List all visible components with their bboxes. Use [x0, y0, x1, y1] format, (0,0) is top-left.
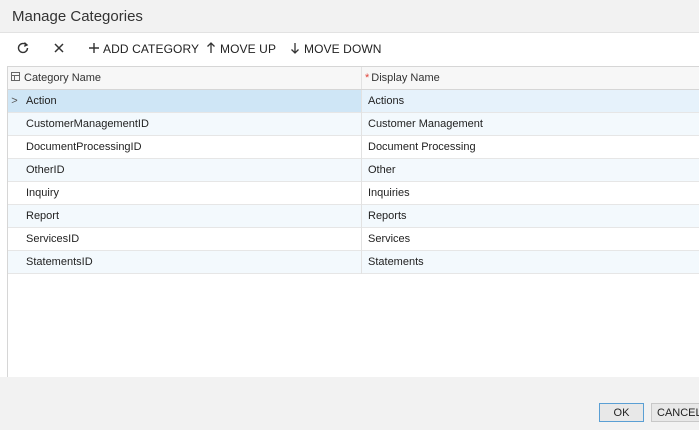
move-up-label: MOVE UP: [220, 42, 277, 56]
ok-button[interactable]: OK: [599, 403, 644, 422]
display-name-cell[interactable]: Reports: [361, 205, 699, 227]
required-marker: *: [365, 72, 370, 84]
table-row[interactable]: StatementsID Statements: [8, 251, 699, 274]
display-name-cell[interactable]: Statements: [361, 251, 699, 273]
grid-settings-icon: [10, 72, 20, 84]
category-name-header-label: Category Name: [24, 72, 102, 84]
move-up-button[interactable]: MOVE UP: [206, 33, 276, 65]
category-name-cell[interactable]: CustomerManagementID: [26, 113, 360, 135]
category-name-cell[interactable]: OtherID: [26, 159, 360, 181]
category-name-cell[interactable]: Inquiry: [26, 182, 360, 204]
arrow-down-icon: [290, 42, 300, 56]
display-name-cell[interactable]: Services: [361, 228, 699, 250]
display-name-cell[interactable]: Customer Management: [361, 113, 699, 135]
category-name-cell[interactable]: StatementsID: [26, 251, 360, 273]
grid-header: Category Name * Display Name: [8, 67, 699, 90]
add-category-label: ADD CATEGORY: [103, 42, 200, 56]
toolbar: ADD CATEGORY MOVE UP MOVE DOWN: [0, 33, 699, 65]
current-row-indicator: >: [11, 95, 18, 107]
plus-icon: [88, 42, 100, 56]
display-name-header-label: Display Name: [371, 72, 440, 84]
move-down-button[interactable]: MOVE DOWN: [290, 33, 382, 65]
display-name-cell[interactable]: Actions: [361, 90, 699, 112]
category-name-cell[interactable]: ServicesID: [26, 228, 360, 250]
table-row[interactable]: CustomerManagementID Customer Management: [8, 113, 699, 136]
delete-button[interactable]: [53, 33, 65, 65]
table-row[interactable]: DocumentProcessingID Document Processing: [8, 136, 699, 159]
table-row[interactable]: OtherID Other: [8, 159, 699, 182]
display-name-cell[interactable]: Document Processing: [361, 136, 699, 158]
table-row[interactable]: Inquiry Inquiries: [8, 182, 699, 205]
categories-grid: Category Name * Display Name > Action Ac…: [7, 66, 699, 378]
add-category-button[interactable]: ADD CATEGORY: [88, 33, 199, 65]
display-name-cell[interactable]: Inquiries: [361, 182, 699, 204]
arrow-up-icon: [206, 42, 216, 56]
manage-categories-dialog: Manage Categories ADD CATEGORY MOVE UP M…: [0, 0, 699, 430]
table-row[interactable]: ServicesID Services: [8, 228, 699, 251]
column-header-display-name[interactable]: * Display Name: [365, 67, 695, 89]
cancel-button[interactable]: CANCEL: [651, 403, 699, 422]
refresh-button[interactable]: [16, 33, 30, 65]
dialog-footer: OK CANCEL: [0, 377, 699, 430]
move-down-label: MOVE DOWN: [304, 42, 382, 56]
dialog-title: Manage Categories: [12, 8, 143, 25]
column-header-category-name[interactable]: Category Name: [24, 67, 359, 89]
table-row[interactable]: > Action Actions: [8, 90, 699, 113]
column-settings-button[interactable]: [9, 67, 21, 89]
dialog-title-bar: Manage Categories: [0, 0, 699, 33]
close-icon: [53, 42, 65, 56]
refresh-icon: [16, 41, 30, 57]
category-name-cell[interactable]: DocumentProcessingID: [26, 136, 360, 158]
category-name-cell[interactable]: Action: [26, 90, 360, 112]
display-name-cell[interactable]: Other: [361, 159, 699, 181]
table-row[interactable]: Report Reports: [8, 205, 699, 228]
category-name-cell[interactable]: Report: [26, 205, 360, 227]
